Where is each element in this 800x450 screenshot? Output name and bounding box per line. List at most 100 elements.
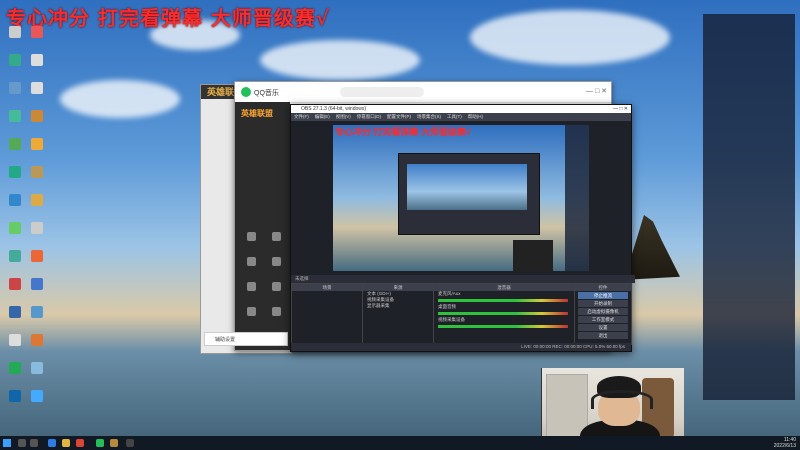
window-controls-icon[interactable]: — □ ✕ [586, 87, 607, 95]
desktop-shortcut-icon[interactable] [26, 334, 48, 360]
qq-sidebar-brand: 英雄联盟 [241, 109, 273, 118]
qq-footer-settings[interactable]: 辅助设置 [204, 332, 288, 346]
chat-header [703, 14, 795, 22]
obs-preview-canvas[interactable]: 专心冲分 打完看弹幕 大师晋级赛√ [291, 121, 631, 275]
obs-menu-item[interactable]: 停靠窗口(D) [357, 114, 381, 119]
mixer-dock-header: 混音器 [434, 284, 574, 291]
desktop-icon-column [0, 26, 48, 426]
obs-icon[interactable] [126, 439, 134, 447]
desktop-shortcut-icon[interactable] [4, 110, 26, 136]
desktop-shortcut-icon[interactable] [26, 222, 48, 248]
shortcut-glyph-icon [9, 334, 21, 346]
sidebar-item-icon [246, 257, 256, 266]
desktop-shortcut-icon[interactable] [26, 250, 48, 276]
controls-dock-header: 控件 [575, 284, 631, 291]
desktop-shortcut-icon[interactable] [4, 82, 26, 108]
scenes-dock[interactable]: 场景 [291, 283, 363, 345]
obs-control-button[interactable]: 退出 [578, 332, 628, 339]
audio-meter[interactable] [438, 312, 568, 315]
qq-music-search-input[interactable] [340, 87, 424, 97]
obs-control-button[interactable]: 启动虚拟摄像机 [578, 308, 628, 315]
search-icon[interactable] [18, 439, 26, 447]
obs-menu-item[interactable]: 工具(T) [447, 114, 462, 119]
desktop-shortcut-icon[interactable] [4, 194, 26, 220]
shortcut-glyph-icon [9, 54, 21, 66]
qq-sidebar-item[interactable] [241, 257, 261, 267]
preview-nested-canvas [407, 164, 527, 210]
shortcut-glyph-icon [31, 194, 43, 206]
desktop-shortcut-icon[interactable] [26, 110, 48, 136]
desktop-shortcut-icon[interactable] [4, 54, 26, 80]
folder-icon[interactable] [62, 439, 70, 447]
audio-meter[interactable] [438, 299, 568, 302]
lol-icon[interactable] [110, 439, 118, 447]
shortcut-glyph-icon [9, 166, 21, 178]
desktop-shortcut-icon[interactable] [26, 54, 48, 80]
shortcut-glyph-icon [9, 110, 21, 122]
shortcut-glyph-icon [9, 306, 21, 318]
qq-music-icon[interactable] [96, 439, 104, 447]
sidebar-item-icon [246, 282, 256, 291]
desktop-shortcut-icon[interactable] [4, 222, 26, 248]
desktop-shortcut-icon[interactable] [26, 362, 48, 388]
qq-sidebar-item[interactable] [241, 307, 261, 317]
desktop-shortcut-icon[interactable] [4, 306, 26, 332]
qq-sidebar-item[interactable] [266, 282, 286, 292]
obs-menu-item[interactable]: 配置文件(P) [387, 114, 411, 119]
shortcut-glyph-icon [9, 194, 21, 206]
source-item[interactable]: 显示器采集 [363, 303, 433, 309]
desktop-shortcut-icon[interactable] [4, 138, 26, 164]
desktop-shortcut-icon[interactable] [26, 278, 48, 304]
qq-sidebar-item[interactable] [241, 282, 261, 292]
obs-control-button[interactable]: 开始录制 [578, 300, 628, 307]
desktop-shortcut-icon[interactable] [4, 166, 26, 192]
obs-control-button[interactable]: 设置 [578, 324, 628, 331]
app-icon[interactable] [76, 439, 84, 447]
shortcut-glyph-icon [9, 82, 21, 94]
obs-title-text: OBS 27.1.3 (64-bit, windows) [301, 106, 367, 112]
qq-sidebar-item[interactable] [266, 307, 286, 317]
desktop-shortcut-icon[interactable] [26, 82, 48, 108]
obs-status-bar: LIVE: 00:00:00 REC: 00:00:00 CPU: 5.0% 6… [291, 343, 631, 351]
desktop-shortcut-icon[interactable] [26, 306, 48, 332]
taskbar-clock[interactable]: 11:40 2022/6/13 [774, 437, 796, 449]
window-controls-icon[interactable]: — □ ✕ [613, 105, 628, 113]
browser-icon[interactable] [48, 439, 56, 447]
desktop-shortcut-icon[interactable] [26, 194, 48, 220]
qq-sidebar-item[interactable] [241, 232, 261, 242]
desktop-shortcut-icon[interactable] [26, 166, 48, 192]
desktop-shortcut-icon[interactable] [4, 334, 26, 360]
qq-sidebar-item[interactable] [266, 257, 286, 267]
windows-start-icon[interactable] [3, 439, 11, 447]
obs-control-button[interactable]: 工作室模式 [578, 316, 628, 323]
shortcut-glyph-icon [31, 334, 43, 346]
desktop-shortcut-icon[interactable] [4, 362, 26, 388]
shortcut-glyph-icon [9, 278, 21, 290]
qq-sidebar-item[interactable] [266, 232, 286, 242]
controls-dock[interactable]: 控件 停止推流 开始录制 启动虚拟摄像机 工作室模式 设置 退出 [574, 283, 632, 345]
obs-titlebar: OBS 27.1.3 (64-bit, windows) — □ ✕ [291, 105, 631, 113]
taskview-icon[interactable] [30, 439, 38, 447]
audio-meter[interactable] [438, 325, 568, 328]
desktop-shortcut-icon[interactable] [26, 390, 48, 416]
shortcut-glyph-icon [9, 390, 21, 402]
shortcut-glyph-icon [31, 26, 43, 38]
desktop-shortcut-icon[interactable] [4, 390, 26, 416]
mixer-dock[interactable]: 混音器 麦克风/Aux 桌面音频 视频采集设备 [433, 283, 575, 345]
sources-dock[interactable]: 来源 文本 (GDI+) 视频采集设备 显示器采集 [362, 283, 434, 345]
desktop-shortcut-icon[interactable] [4, 250, 26, 276]
obs-menu-item[interactable]: 场景集合(S) [417, 114, 441, 119]
obs-menu-item[interactable]: 视图(V) [336, 114, 351, 119]
obs-menu-item[interactable]: 帮助(H) [468, 114, 483, 119]
sources-dock-header: 来源 [363, 284, 433, 291]
desktop-shortcut-icon[interactable] [26, 26, 48, 52]
desktop-shortcut-icon[interactable] [4, 278, 26, 304]
obs-control-button[interactable]: 停止推流 [578, 292, 628, 299]
obs-menu-item[interactable]: 文件(F) [294, 114, 309, 119]
desktop-shortcut-icon[interactable] [26, 138, 48, 164]
scenes-dock-header: 场景 [292, 284, 362, 291]
shortcut-glyph-icon [31, 166, 43, 178]
desktop-shortcut-icon[interactable] [4, 26, 26, 52]
obs-window[interactable]: OBS 27.1.3 (64-bit, windows) — □ ✕ 文件(F)… [290, 104, 635, 352]
obs-menu-item[interactable]: 编辑(E) [315, 114, 330, 119]
